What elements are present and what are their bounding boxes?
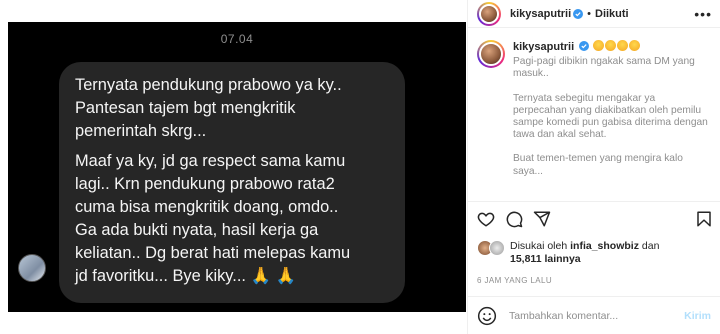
likes-text: Disukai oleh infia_showbiz dan 15,811 la… [510,240,659,266]
comment-icon[interactable] [505,210,523,228]
caption-username[interactable]: kikysaputrii [513,41,574,53]
likes-suffix[interactable]: lainnya [544,253,580,265]
caption-fade [468,174,720,200]
dm-message-bubble: Ternyata pendukung prabowo ya ky.. Pante… [59,62,405,303]
action-bar [477,210,713,230]
send-comment-button[interactable]: Kirim [684,310,711,322]
dm-timestamp: 07.04 [220,32,254,46]
dm-message-paragraph: Ternyata pendukung prabowo ya ky.. Pante… [75,76,342,140]
caption-paragraph: Pagi-pagi dibikin ngakak sama DM yang ma… [513,56,695,80]
bookmark-icon[interactable] [695,210,713,228]
likes-summary: Disukai oleh infia_showbiz dan 15,811 la… [477,240,659,266]
emoji-icon[interactable] [477,306,497,326]
laughing-emoji-icon [592,40,604,51]
caption-paragraph: Ternyata sebegitu mengakar ya perpecahan… [513,92,708,141]
caption-area: kikysaputrii Pagi-pagi dibikin ngakak sa… [468,40,720,200]
laughing-emoji-icon [628,40,640,51]
follow-status-button[interactable]: Diikuti [595,8,629,20]
comment-input[interactable] [509,309,685,322]
share-icon[interactable] [533,210,551,228]
dm-sender-avatar [18,254,46,282]
avatar[interactable] [477,1,501,26]
post-username[interactable]: kikysaputrii [510,8,571,20]
post-header: kikysaputrii • Diikuti ••• [468,0,720,28]
liked-prefix: Disukai oleh [510,240,568,252]
heart-icon[interactable] [477,210,495,228]
liked-and: dan [641,240,660,252]
more-icon[interactable]: ••• [694,6,712,22]
liker-avatars[interactable] [477,240,507,256]
verified-badge-icon [578,41,589,51]
dm-message-paragraph: Maaf ya ky, jd ga respect sama kamu lagi… [75,152,351,285]
post-media[interactable]: 07.04 Ternyata pendukung prabowo ya ky..… [0,0,467,334]
avatar[interactable] [477,40,505,68]
likes-count-link[interactable]: 15,811 [510,253,542,265]
post-time[interactable]: 6 JAM YANG LALU [477,276,552,285]
laughing-emoji-icon [616,40,628,51]
post-sidebar: kikysaputrii • Diikuti ••• kikysaputrii … [467,0,720,334]
liked-by-user-link[interactable]: infia_showbiz [570,240,639,252]
separator-dot: • [587,7,591,20]
comment-bar: Kirim [468,297,720,334]
laughing-emoji-icon [604,40,616,51]
divider [468,201,720,202]
verified-badge-icon [573,8,584,19]
dm-screenshot: 07.04 Ternyata pendukung prabowo ya ky..… [8,22,466,312]
